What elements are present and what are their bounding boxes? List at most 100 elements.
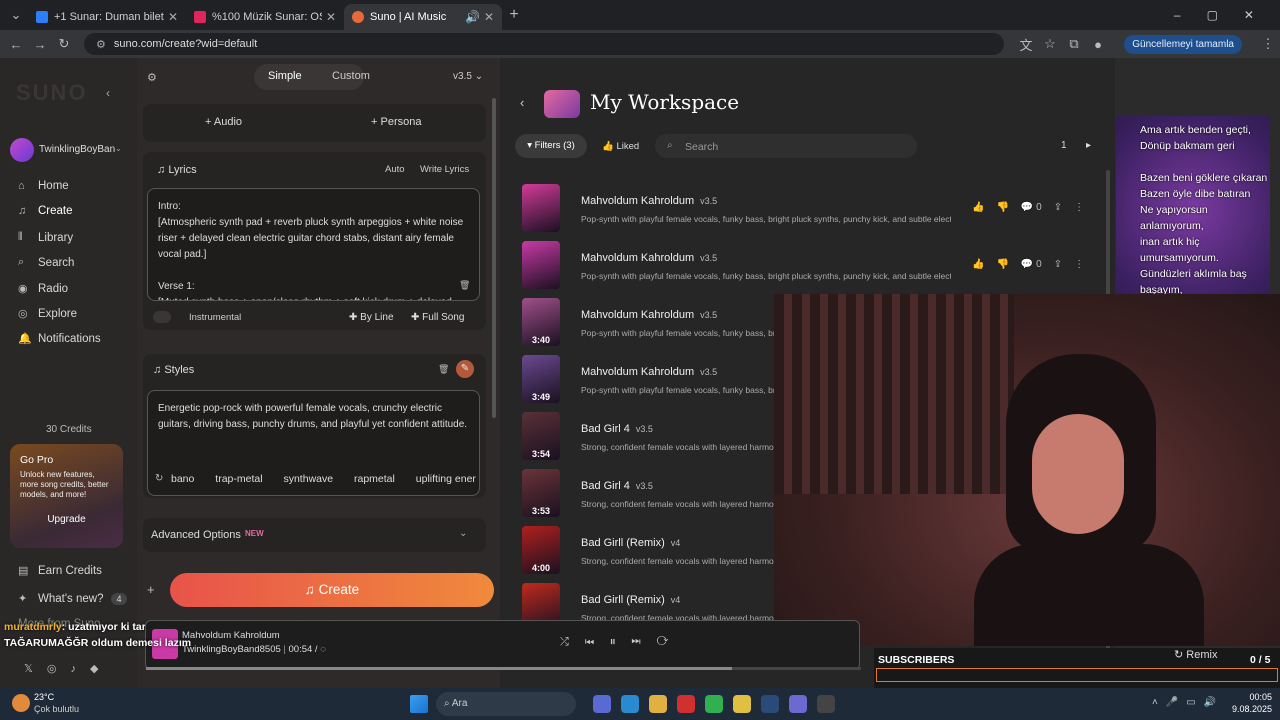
social-icons[interactable]: 𝕏◎♪◆ <box>24 662 112 675</box>
repeat-icon[interactable]: ⟳ <box>657 636 685 648</box>
avatar[interactable] <box>10 138 34 162</box>
opera-icon[interactable] <box>677 695 695 713</box>
taskbar-search[interactable]: ⌕ Ara <box>436 692 576 716</box>
profile-icon[interactable]: ● <box>1086 37 1110 52</box>
sidebar-item-whats-new[interactable]: ✦ What's new? 4 <box>18 592 127 605</box>
pause-icon[interactable]: ⏸ <box>610 636 632 648</box>
style-tag[interactable]: trap-metal <box>215 473 262 485</box>
write-lyrics-button[interactable]: Write Lyrics <box>420 164 469 175</box>
browser-tab-3[interactable]: Suno | AI Music 🔊 ✕ <box>344 4 502 30</box>
tab-list-icon[interactable]: ⌄ <box>4 7 28 23</box>
mode-simple-tab[interactable]: Simple <box>268 70 302 82</box>
back-icon[interactable]: ← <box>4 37 28 52</box>
more-options-icon[interactable]: ⋮ <box>1074 202 1084 213</box>
new-tab-icon[interactable]: + <box>502 6 526 24</box>
add-audio-button[interactable]: + Audio <box>205 116 242 128</box>
song-title[interactable]: Bad Girl 4 v3.5 <box>581 480 653 492</box>
shuffle-icon[interactable]: ⤮ <box>560 636 585 648</box>
browser-tab-1[interactable]: +1 Sunar: Duman biletleri | Bileti ✕ <box>28 4 186 30</box>
style-tag[interactable]: rapmetal <box>354 473 395 485</box>
remix-button[interactable]: ↻ Remix <box>1174 648 1217 661</box>
song-cover-image[interactable]: 3:49 <box>522 355 560 403</box>
share-icon[interactable]: ⇪ <box>1054 202 1062 213</box>
mode-custom-tab[interactable]: Custom <box>332 70 370 82</box>
steam-icon[interactable] <box>761 695 779 713</box>
sidebar-item-notifications[interactable]: 🔔 Notifications <box>18 332 101 346</box>
by-line-button[interactable]: ✚ By Line <box>349 312 394 323</box>
song-cover-image[interactable] <box>522 241 560 289</box>
song-cover-image[interactable]: 3:53 <box>522 469 560 517</box>
edge-icon[interactable] <box>621 695 639 713</box>
window-controls[interactable]: –▢✕ <box>1174 8 1280 22</box>
song-row[interactable]: Mahvoldum Kahroldum v3.5 Pop-synth with pl… <box>522 182 1112 234</box>
close-icon[interactable]: ✕ <box>168 10 178 24</box>
sidebar-item-library[interactable]: ⫴ Library <box>18 231 73 244</box>
sidebar-item-search[interactable]: ⌕ Search <box>18 256 74 269</box>
song-cover-image[interactable]: 3:40 <box>522 298 560 346</box>
spotify-icon[interactable] <box>705 695 723 713</box>
player-track-title[interactable]: Mahvoldum Kahroldum <box>182 630 280 641</box>
discord-icon[interactable] <box>789 695 807 713</box>
browser-tab-2[interactable]: %100 Müzik Sunar: OSCAR ANI ✕ <box>186 4 344 30</box>
refresh-tags-icon[interactable]: ↻ <box>155 473 163 484</box>
taskbar-date[interactable]: 9.08.2025 <box>1222 704 1272 714</box>
trash-icon[interactable]: 🗑 <box>438 364 449 375</box>
advanced-options-card[interactable]: Advanced Options NEW ⌄ <box>143 518 486 552</box>
style-tag[interactable]: bano <box>171 473 194 485</box>
scrollbar[interactable] <box>492 98 496 418</box>
sidebar-item-home[interactable]: ⌂ Home <box>18 180 69 192</box>
suno-logo[interactable]: SUNO <box>16 80 88 106</box>
url-field[interactable]: ⚙ suno.com/create?wid=default <box>84 33 1004 55</box>
song-title[interactable]: Mahvoldum Kahroldum v3.5 <box>581 309 717 321</box>
trash-icon[interactable]: 🗑 <box>459 280 470 291</box>
song-cover-image[interactable]: 3:54 <box>522 412 560 460</box>
song-title[interactable]: Mahvoldum Kahroldum v3.5 <box>581 252 717 264</box>
taskbar-time[interactable]: 00:05 <box>1232 692 1272 702</box>
chrome-icon[interactable] <box>733 695 751 713</box>
update-button[interactable]: Güncellemeyi tamamla <box>1124 34 1242 54</box>
comment-icon[interactable]: 💬 0 <box>1021 202 1042 213</box>
add-persona-button[interactable]: + Persona <box>371 116 421 128</box>
comment-icon[interactable]: 💬 0 <box>1021 259 1042 270</box>
add-icon[interactable]: + <box>147 582 155 597</box>
weather-icon[interactable] <box>12 694 30 712</box>
reload-icon[interactable]: ↻ <box>52 36 76 52</box>
song-title[interactable]: Bad Girll (Remix) v4 <box>581 594 680 606</box>
song-cover-image[interactable]: 4:00 <box>522 526 560 574</box>
next-icon[interactable]: ⏭ <box>631 636 656 648</box>
windows-start-icon[interactable] <box>410 695 428 713</box>
next-page-icon[interactable]: ▸ <box>1086 140 1091 151</box>
close-icon[interactable]: ✕ <box>484 10 494 24</box>
share-icon[interactable]: ⇪ <box>1054 259 1062 270</box>
song-title[interactable]: Mahvoldum Kahroldum v3.5 <box>581 366 717 378</box>
translate-icon[interactable]: 文 <box>1014 35 1038 54</box>
file-explorer-icon[interactable] <box>649 695 667 713</box>
user-name[interactable]: TwinklingBoyBan <box>39 144 115 155</box>
model-version-select[interactable]: v3.5 ⌄ <box>453 71 483 82</box>
system-tray-icons[interactable]: ˄🎤▭🔊 <box>1152 697 1224 708</box>
auto-lyrics-button[interactable]: Auto <box>385 164 405 175</box>
song-cover-image[interactable] <box>522 184 560 232</box>
forward-icon[interactable]: → <box>28 37 52 52</box>
previous-icon[interactable]: ⏮ <box>585 636 610 648</box>
like-icon[interactable]: 👍 <box>972 202 984 213</box>
lyrics-textarea[interactable]: Intro: [Atmospheric synth pad + reverb p… <box>147 188 480 301</box>
upgrade-button[interactable]: Upgrade <box>20 514 113 525</box>
sidebar-item-earn-credits[interactable]: ▤ Earn Credits <box>18 564 102 578</box>
like-icon[interactable]: 👍 <box>972 259 984 270</box>
sidebar-item-explore[interactable]: ◎ Explore <box>18 307 77 321</box>
search-input[interactable]: ⌕ Search <box>655 134 917 158</box>
song-title[interactable]: Mahvoldum Kahroldum v3.5 <box>581 195 717 207</box>
sidebar-item-create[interactable]: ♫ Create <box>18 205 73 217</box>
collapse-sidebar-icon[interactable]: ‹ <box>106 86 110 100</box>
filters-button[interactable]: ▾ Filters (3) <box>515 134 587 158</box>
chevron-down-icon[interactable]: ⌄ <box>115 144 122 153</box>
song-title[interactable]: Bad Girl 4 v3.5 <box>581 423 653 435</box>
magic-wand-icon[interactable]: ✎ <box>456 360 474 378</box>
more-options-icon[interactable]: ⋮ <box>1074 259 1084 270</box>
extensions-icon[interactable]: ⧉ <box>1062 36 1086 52</box>
player-artist[interactable]: TwinklingBoyBand8505 | 00:54 / ◌ <box>182 644 326 655</box>
site-info-icon[interactable]: ⚙ <box>96 38 106 51</box>
song-row[interactable]: Mahvoldum Kahroldum v3.5 Pop-synth with pl… <box>522 239 1112 291</box>
song-title[interactable]: Bad Girll (Remix) v4 <box>581 537 680 549</box>
